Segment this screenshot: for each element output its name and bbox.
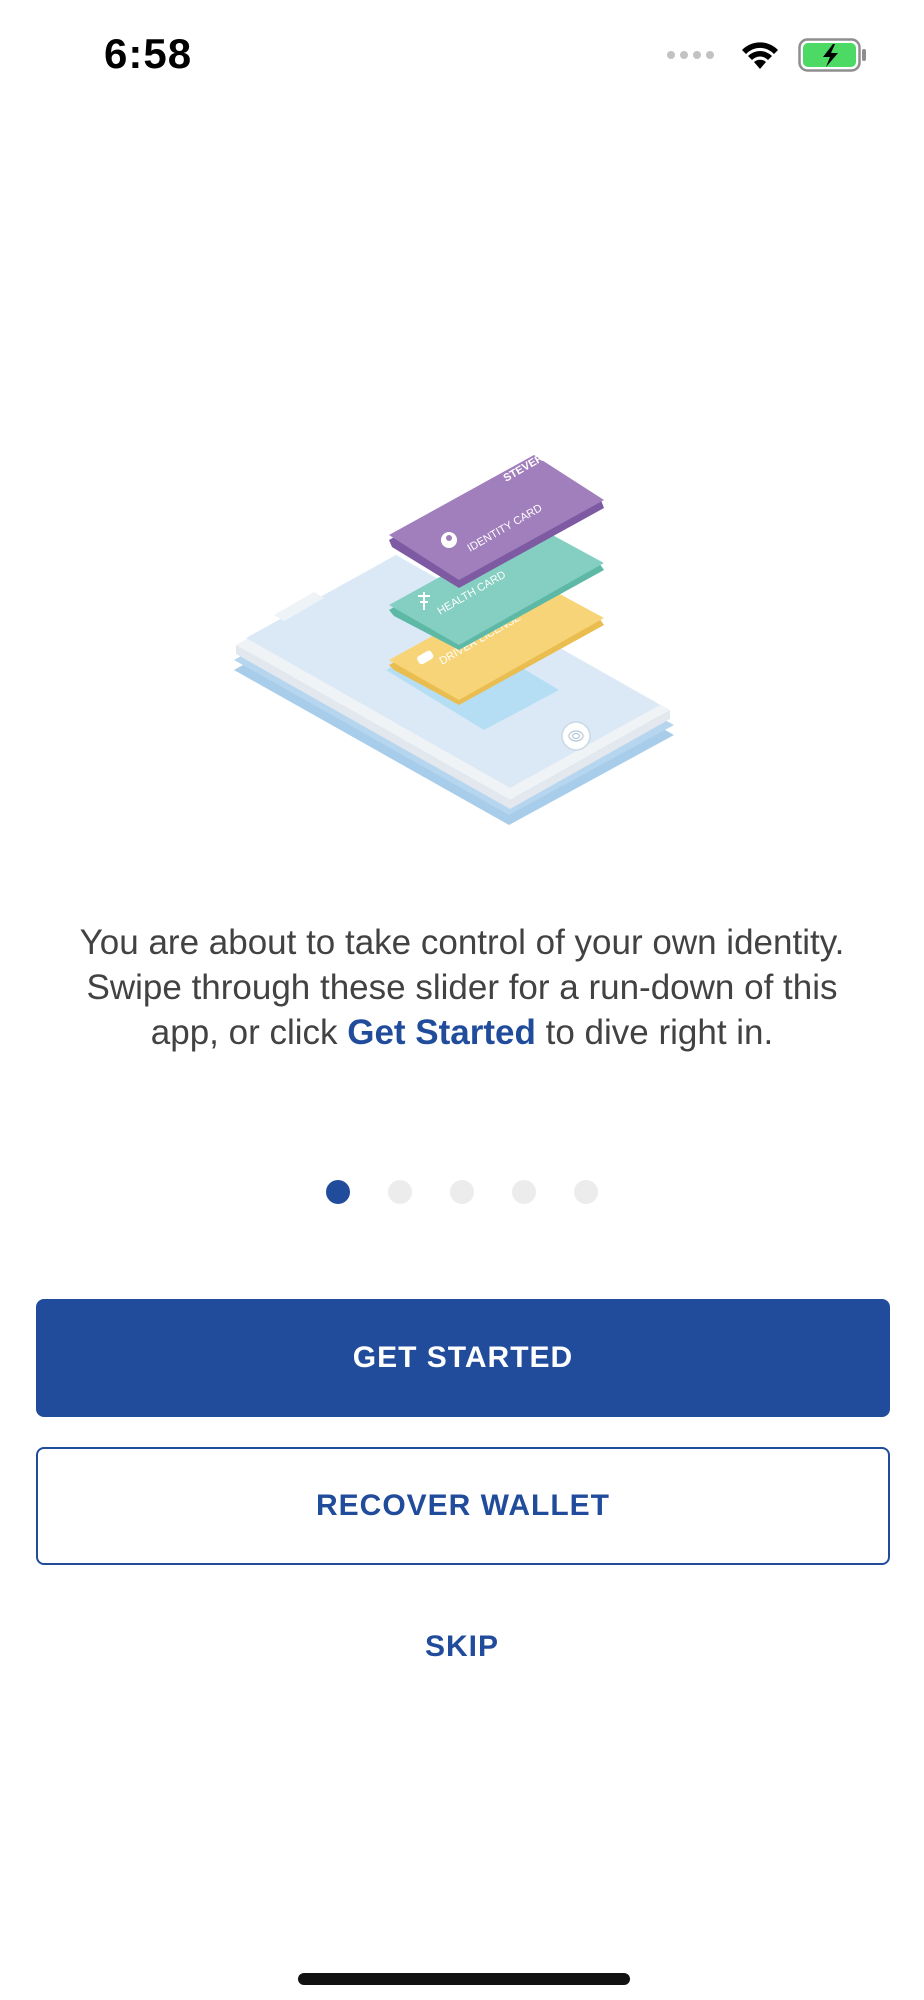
page-dot-2[interactable]	[388, 1180, 412, 1204]
get-started-link[interactable]: Get Started	[347, 1013, 536, 1052]
page-dot-1[interactable]	[326, 1180, 350, 1204]
status-icons	[667, 38, 868, 72]
wallet-illustration: DRIVER LICENSE HEALTH CARD STEVEROGERS I…	[234, 432, 674, 825]
page-dot-5[interactable]	[574, 1180, 598, 1204]
wifi-icon	[742, 42, 778, 69]
page-indicator	[326, 1180, 598, 1204]
page-dot-4[interactable]	[512, 1180, 536, 1204]
page-dot-3[interactable]	[450, 1180, 474, 1204]
status-time: 6:58	[104, 30, 193, 77]
status-bar: 6:58	[0, 0, 924, 120]
signal-dots-icon	[667, 51, 714, 59]
battery-charging-icon	[798, 38, 866, 72]
recover-wallet-button[interactable]: RECOVER WALLET	[36, 1447, 890, 1565]
intro-text: You are about to take control of your ow…	[64, 920, 860, 1055]
intro-text-after: to dive right in.	[535, 1013, 774, 1052]
fingerprint-icon	[561, 721, 591, 751]
skip-button[interactable]: SKIP	[0, 1630, 924, 1664]
home-indicator[interactable]	[298, 1973, 630, 1985]
person-icon	[441, 532, 457, 548]
get-started-button[interactable]: GET STARTED	[36, 1299, 890, 1417]
